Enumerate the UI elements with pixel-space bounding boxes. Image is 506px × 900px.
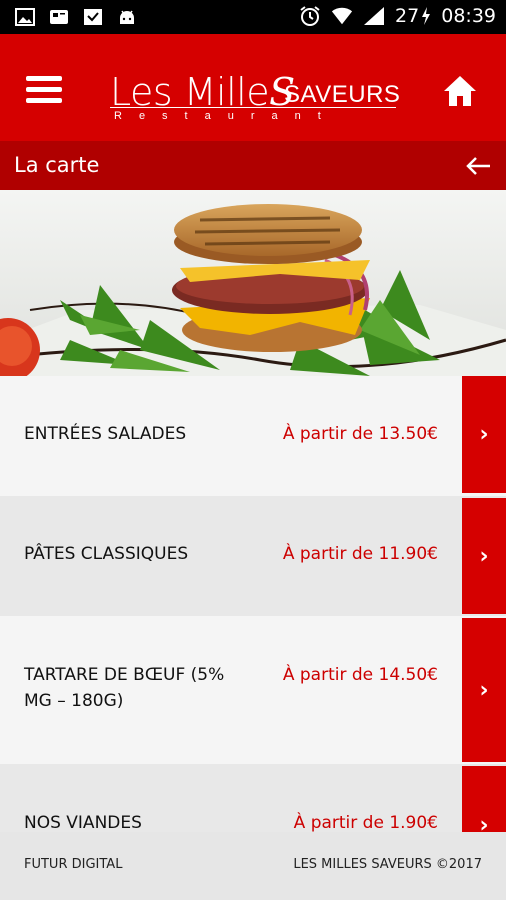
- chevron-right-icon: ›: [479, 422, 489, 447]
- menu-category-row[interactable]: NOS VIANDES À partir de 1.90€ ›: [0, 764, 506, 832]
- menu-category-price: À partir de 11.90€: [282, 544, 438, 564]
- menu-category-row[interactable]: TARTARE DE BŒUF (5% MG – 180G) À partir …: [0, 616, 506, 764]
- menu-category-label: NOS VIANDES: [24, 813, 142, 832]
- menu-category-label: ENTRÉES SALADES: [24, 424, 187, 444]
- battery-level: 27: [395, 5, 420, 27]
- chevron-right-icon: ›: [479, 812, 489, 833]
- signal-icon: [363, 5, 385, 27]
- status-bar: 27 08:39: [0, 0, 506, 34]
- footer-copyright: LES MILLES SAVEURS ©2017: [293, 857, 482, 872]
- menu-category-row[interactable]: PÂTES CLASSIQUES À partir de 11.90€ ›: [0, 496, 506, 616]
- section-header: La carte: [0, 141, 506, 190]
- wifi-icon: [331, 5, 353, 27]
- chevron-right-button[interactable]: ›: [462, 618, 506, 762]
- clock: 08:39: [441, 5, 496, 27]
- inbox-icon: [82, 6, 104, 28]
- menu-category-label: PÂTES CLASSIQUES: [24, 544, 189, 564]
- hamburger-menu-icon[interactable]: [26, 76, 62, 104]
- menu-category-price: À partir de 1.90€: [293, 813, 438, 832]
- menu-category-price: À partir de 14.50€: [282, 665, 438, 685]
- charging-icon: [421, 5, 431, 27]
- menu-category-row[interactable]: ENTRÉES SALADES À partir de 13.50€ ›: [0, 376, 506, 496]
- burger-hero-image: [0, 190, 506, 376]
- alarm-icon: [299, 5, 321, 27]
- menu-category-price: À partir de 13.50€: [282, 424, 438, 444]
- app-bar: Les MilleS SAVEURS Restaurant: [0, 34, 506, 141]
- footer-credit: FUTUR DIGITAL: [24, 857, 123, 872]
- logo-saveurs: SAVEURS: [284, 81, 401, 108]
- chevron-right-button[interactable]: ›: [462, 766, 506, 832]
- logo-underline: [110, 107, 396, 108]
- chevron-right-button[interactable]: ›: [462, 376, 506, 493]
- chevron-right-icon: ›: [479, 677, 489, 703]
- home-icon[interactable]: [442, 74, 478, 108]
- footer: FUTUR DIGITAL LES MILLES SAVEURS ©2017: [0, 832, 506, 900]
- menu-category-label: TARTARE DE BŒUF (5% MG – 180G): [24, 665, 225, 711]
- menu-category-list: ENTRÉES SALADES À partir de 13.50€ › PÂT…: [0, 376, 506, 832]
- image-icon: [14, 6, 36, 28]
- logo-subtitle: Restaurant: [114, 110, 338, 122]
- restaurant-logo: Les MilleS SAVEURS Restaurant: [110, 70, 400, 122]
- section-title: La carte: [14, 153, 100, 177]
- chevron-right-icon: ›: [479, 543, 489, 569]
- android-icon: [116, 6, 138, 28]
- chevron-right-button[interactable]: ›: [462, 498, 506, 614]
- arrow-left-icon[interactable]: [464, 152, 492, 180]
- sim-card-icon: [48, 6, 70, 28]
